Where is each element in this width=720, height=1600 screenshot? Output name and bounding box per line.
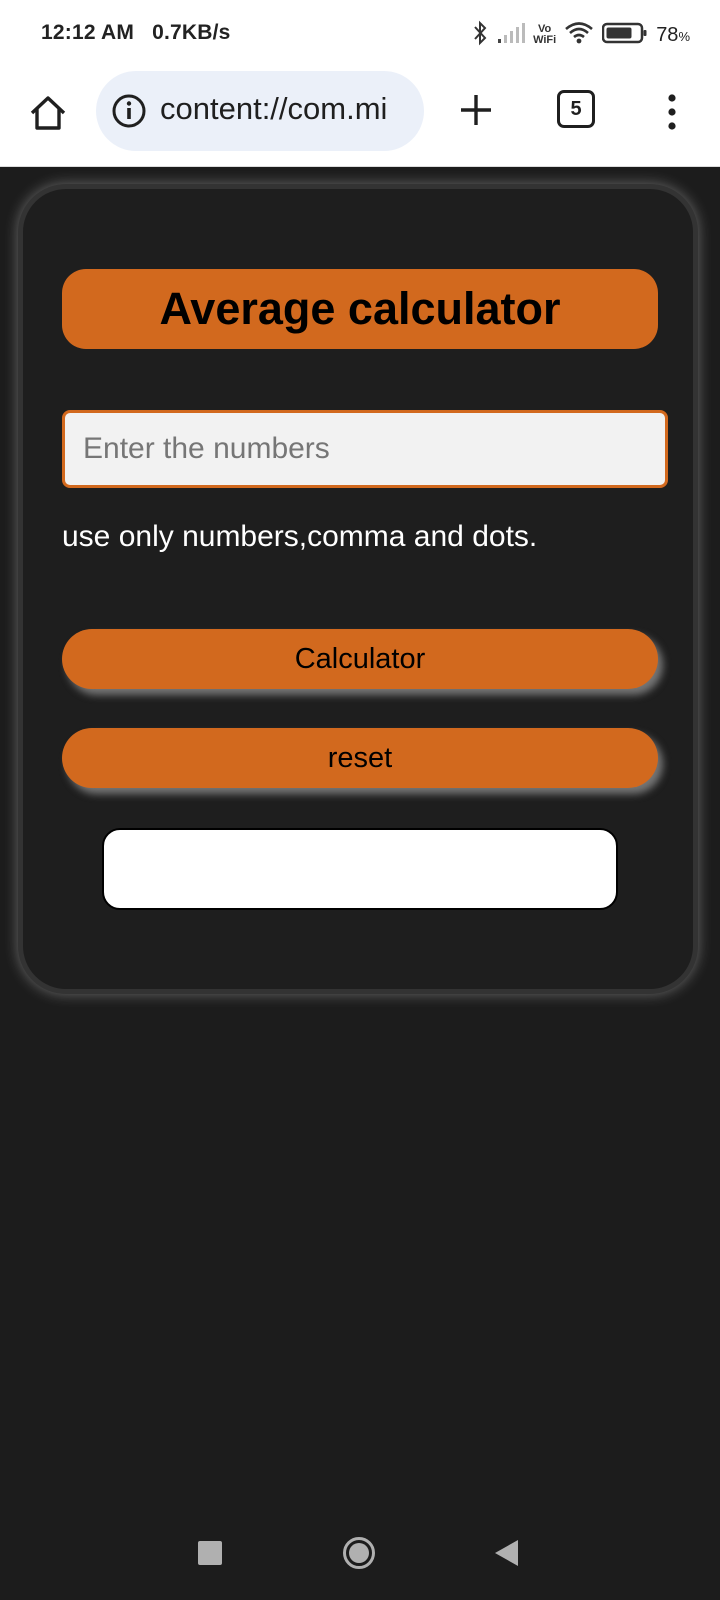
recent-apps-icon[interactable]	[198, 1541, 222, 1565]
plus-icon	[461, 95, 491, 125]
battery-value: 78	[656, 23, 679, 46]
volte-wifi-icon: Vo WiFi	[533, 24, 556, 46]
network-speed: 0.7KB/s	[152, 21, 231, 44]
wifi-icon	[564, 21, 594, 50]
input-hint: use only numbers,comma and dots.	[62, 520, 538, 553]
info-icon[interactable]	[110, 92, 148, 130]
bluetooth-icon	[471, 20, 489, 51]
status-time: 12:12 AM	[41, 21, 135, 44]
reset-button[interactable]: reset	[62, 728, 658, 788]
browser-toolbar: content://com.mi 5	[0, 70, 720, 167]
home-circle-icon[interactable]	[342, 1536, 376, 1570]
more-vert-icon	[668, 94, 676, 130]
url-text[interactable]: content://com.mi	[160, 91, 412, 127]
home-icon	[30, 96, 66, 130]
result-display	[102, 828, 618, 910]
page-title: Average calculator	[62, 269, 658, 349]
numbers-input[interactable]	[62, 410, 668, 488]
tab-count: 5	[570, 97, 582, 120]
battery-percent: 78%	[656, 24, 690, 47]
back-icon[interactable]	[492, 1538, 520, 1568]
address-bar[interactable]: content://com.mi	[96, 71, 424, 151]
volte-bottom-label: WiFi	[533, 34, 557, 46]
battery-unit: %	[678, 28, 690, 44]
home-button[interactable]	[27, 92, 69, 134]
new-tab-button[interactable]	[457, 91, 495, 129]
signal-icon	[497, 22, 526, 49]
menu-button[interactable]	[662, 92, 682, 132]
battery-icon	[601, 22, 648, 49]
status-bar: 12:12 AM 0.7KB/s Vo WiFi 78%	[0, 0, 720, 70]
calculate-button[interactable]: Calculator	[62, 629, 658, 689]
status-left: 12:12 AM 0.7KB/s	[41, 21, 231, 45]
tab-switcher-button[interactable]: 5	[557, 90, 595, 128]
status-right: Vo WiFi 78%	[471, 18, 690, 52]
